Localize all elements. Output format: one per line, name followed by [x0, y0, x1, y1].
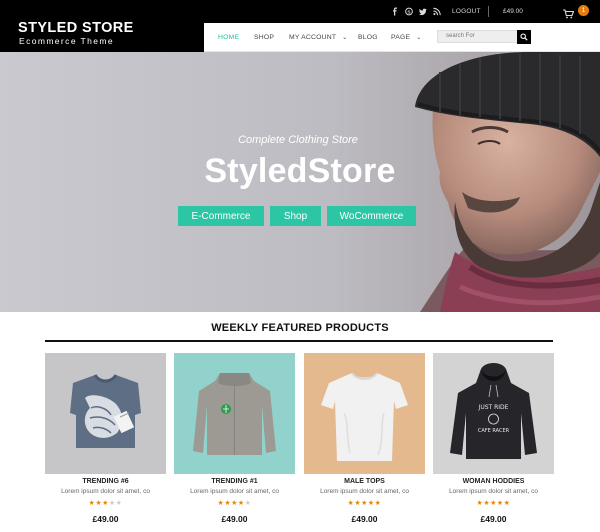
product-title[interactable]: TRENDING #6: [45, 478, 166, 485]
folded-tshirt-image: [45, 353, 166, 474]
search-icon: [520, 33, 528, 41]
brand-logo[interactable]: STYLED STORE Ecommerce Theme: [0, 20, 204, 52]
product-title[interactable]: TRENDING #1: [174, 478, 295, 485]
product-price: £49.00: [221, 514, 248, 524]
rss-icon[interactable]: [433, 6, 441, 16]
hoodie-image: JUST RIDE CAFE RACER: [433, 353, 554, 474]
search-button[interactable]: [517, 30, 531, 44]
product-rating: ★★★★★: [304, 499, 425, 507]
svg-text:JUST RIDE: JUST RIDE: [478, 404, 509, 411]
star-filled-icon: ★: [231, 500, 238, 507]
product-price: £49.00: [351, 514, 378, 524]
product-title[interactable]: MALE TOPS: [304, 478, 425, 485]
section-divider: [45, 340, 553, 342]
nav-item-my-account-label: MY ACCOUNT: [289, 34, 337, 41]
white-tshirt-image: [304, 353, 425, 474]
product-price: £49.00: [92, 514, 119, 524]
hero-title: StyledStore: [204, 152, 396, 190]
social-links: S: [391, 6, 441, 16]
nav-item-home[interactable]: HOME: [218, 34, 239, 41]
star-filled-icon: ★: [490, 500, 497, 507]
nav-item-shop[interactable]: SHOP: [254, 34, 274, 41]
product-description: Lorem ipsum dolor sit amet, co: [190, 488, 279, 495]
featured-section-title: WEEKLY FEATURED PRODUCTS: [211, 322, 389, 334]
nav-item-page-label: PAGE: [391, 34, 411, 41]
nav-item-blog[interactable]: BLOG: [358, 34, 378, 41]
star-empty-icon: ★: [108, 500, 116, 507]
hero-subtitle: Complete Clothing Store: [0, 134, 600, 146]
product-description: Lorem ipsum dolor sit amet, co: [449, 488, 538, 495]
star-filled-icon: ★: [102, 500, 109, 507]
star-filled-icon: ★: [361, 500, 368, 507]
star-filled-icon: ★: [503, 500, 511, 507]
product-rating: ★★★★★: [433, 499, 554, 507]
product-price: £49.00: [480, 514, 507, 524]
nav-item-page[interactable]: PAGE ⌄: [391, 34, 421, 41]
facebook-icon[interactable]: [391, 6, 399, 16]
cart-count-badge[interactable]: 1: [578, 5, 589, 16]
product-image[interactable]: [45, 353, 166, 474]
product-rating: ★★★★★: [45, 499, 166, 507]
chevron-down-icon: ⌄: [342, 35, 348, 41]
sweater-image: [174, 353, 295, 474]
main-navigation: HOME SHOP MY ACCOUNT ⌄ BLOG PAGE ⌄ search …: [204, 23, 600, 52]
product-description: Lorem ipsum dolor sit amet, co: [61, 488, 150, 495]
hero-banner: Complete Clothing Store StyledStore E-Co…: [0, 52, 600, 312]
svg-text:CAFE RACER: CAFE RACER: [478, 428, 510, 434]
star-filled-icon: ★: [367, 500, 375, 507]
logout-link[interactable]: LOGOUT: [452, 8, 481, 15]
cart-total[interactable]: £49.00: [503, 8, 523, 15]
twitter-icon[interactable]: [419, 6, 427, 16]
chevron-down-icon: ⌄: [416, 35, 422, 41]
product-image[interactable]: JUST RIDE CAFE RACER: [433, 353, 554, 474]
star-filled-icon: ★: [237, 500, 245, 507]
topbar-divider: [488, 6, 489, 17]
cart-icon[interactable]: [563, 6, 575, 19]
nav-item-my-account[interactable]: MY ACCOUNT ⌄: [289, 34, 347, 41]
star-empty-icon: ★: [244, 500, 252, 507]
brand-tagline: Ecommerce Theme: [19, 36, 115, 46]
brand-name: STYLED STORE: [18, 20, 134, 36]
ecommerce-button[interactable]: E-Commerce: [178, 206, 264, 226]
search-input[interactable]: search For: [437, 30, 518, 43]
product-rating: ★★★★★: [174, 499, 295, 507]
star-filled-icon: ★: [374, 500, 382, 507]
skype-icon[interactable]: S: [405, 6, 413, 16]
product-image[interactable]: [174, 353, 295, 474]
product-title[interactable]: WOMAN HODDIES: [433, 478, 554, 485]
product-description: Lorem ipsum dolor sit amet, co: [320, 488, 409, 495]
product-image[interactable]: [304, 353, 425, 474]
shop-button[interactable]: Shop: [270, 206, 321, 226]
wocommerce-button[interactable]: WoCommerce: [327, 206, 416, 226]
star-filled-icon: ★: [496, 500, 504, 507]
hero-subtitle-text: Complete Clothing Store: [238, 134, 358, 146]
star-empty-icon: ★: [115, 500, 123, 507]
